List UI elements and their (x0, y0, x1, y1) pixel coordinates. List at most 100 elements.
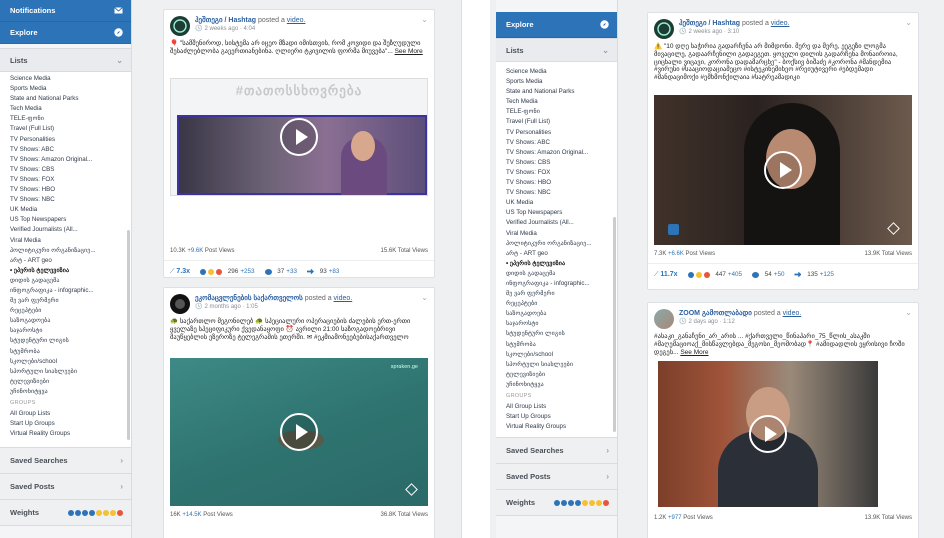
list-item[interactable]: არტ - ART geo (0, 256, 131, 266)
list-item[interactable]: TV Shows: CBS (496, 158, 617, 168)
list-item[interactable]: State and National Parks (496, 87, 617, 97)
list-item[interactable]: TV Shows: HBO (0, 185, 131, 195)
video-thumbnail[interactable]: #თათოსსხოვრება (170, 78, 428, 196)
post-link[interactable]: video. (783, 310, 802, 317)
list-item[interactable]: TV Shows: NBC (496, 188, 617, 198)
post-link[interactable]: video. (771, 20, 790, 27)
video-thumbnail[interactable] (658, 361, 878, 507)
list-item[interactable]: დიდის გადაცემა (0, 276, 131, 286)
list-item[interactable]: რეცეპტები (0, 306, 131, 316)
list-item[interactable]: Sports Media (0, 84, 131, 94)
group-item[interactable]: Virtual Reality Groups (496, 422, 617, 432)
list-item[interactable]: TV Shows: ABC (0, 145, 131, 155)
saved-posts[interactable]: Saved Posts › (496, 464, 617, 490)
comments-stat[interactable]: 37 +33 (264, 268, 297, 275)
list-item[interactable]: Travel (Full List) (0, 124, 131, 134)
menu-caret-icon[interactable]: ⌄ (421, 15, 428, 24)
list-item[interactable]: სტუმრობა (496, 340, 617, 350)
nav-notifications[interactable]: Notifications (0, 0, 131, 22)
list-item[interactable]: ტელევიზიები (0, 377, 131, 387)
list-item[interactable]: Viral Media (0, 236, 131, 246)
list-item[interactable]: Viral Media (496, 229, 617, 239)
list-item[interactable]: სკოლები/school (0, 357, 131, 367)
saved-searches[interactable]: Saved Searches › (496, 438, 617, 464)
list-item[interactable]: • ეპერის ტელევიზია (496, 259, 617, 269)
group-item[interactable]: All Group Lists (0, 409, 131, 419)
nav-explore[interactable]: Explore (0, 22, 131, 44)
menu-caret-icon[interactable]: ⌄ (905, 18, 912, 27)
saved-posts[interactable]: Saved Posts › (0, 474, 131, 500)
reactions-stat[interactable]: 447 +405 (687, 271, 742, 278)
list-item[interactable]: Sports Media (496, 77, 617, 87)
list-item[interactable]: Tech Media (496, 97, 617, 107)
video-thumbnail[interactable]: spraken.ge (170, 358, 428, 506)
play-button[interactable] (280, 118, 318, 156)
list-item[interactable]: სპორტული სიახლეები (496, 360, 617, 370)
list-item[interactable]: TV Shows: HBO (496, 178, 617, 188)
comments-stat[interactable]: 54 +50 (752, 271, 784, 278)
list-item[interactable]: პოლიტიკური ორგანიზაციე... (496, 239, 617, 249)
list-item[interactable]: Science Media (0, 74, 131, 84)
list-item[interactable]: TV Personalities (0, 135, 131, 145)
page-name[interactable]: ეკომაცვლენების საქართველოს (195, 295, 303, 302)
list-item[interactable]: TELE-ფონი (496, 107, 617, 117)
list-item[interactable]: Travel (Full List) (496, 117, 617, 127)
scrollbar[interactable] (127, 230, 130, 440)
list-item[interactable]: TV Shows: NBC (0, 195, 131, 205)
play-button[interactable] (749, 415, 787, 453)
video-thumbnail[interactable] (654, 95, 912, 245)
avatar[interactable] (654, 309, 674, 329)
list-item[interactable]: Verified Journalists (All... (0, 225, 131, 235)
list-item[interactable]: არტ - ART geo (496, 249, 617, 259)
lists-header[interactable]: Lists ⌄ (496, 38, 617, 62)
list-item[interactable]: Science Media (496, 67, 617, 77)
group-item[interactable]: Start Up Groups (496, 412, 617, 422)
list-item[interactable]: სტუდენტური ლიგის (496, 329, 617, 339)
list-item[interactable]: Verified Journalists (All... (496, 218, 617, 228)
list-item[interactable]: TV Shows: ABC (496, 138, 617, 148)
expand-icon[interactable] (887, 222, 900, 235)
list-item[interactable]: TV Shows: FOX (0, 175, 131, 185)
list-item[interactable]: სკოლები/school (496, 350, 617, 360)
group-item[interactable]: Virtual Reality Groups (0, 429, 131, 439)
list-item[interactable]: უჩინოხიტყვა (0, 387, 131, 397)
page-name[interactable]: ZOOM გამოთლაბადი (679, 310, 752, 317)
group-item[interactable]: Start Up Groups (0, 419, 131, 429)
list-item[interactable]: TV Shows: Amazon Original... (0, 155, 131, 165)
list-item[interactable]: US Top Newspapers (0, 215, 131, 225)
list-item[interactable]: ინფოგრაფიკა - infographic... (0, 286, 131, 296)
list-item[interactable]: უჩინოხიტყვა (496, 380, 617, 390)
page-name[interactable]: ჰეშთეგი / Hashtag (195, 17, 256, 24)
list-item[interactable]: სპორტული სიახლეები (0, 367, 131, 377)
list-item[interactable]: TV Shows: Amazon Original... (496, 148, 617, 158)
list-item[interactable]: სტუმრობა (0, 347, 131, 357)
menu-caret-icon[interactable]: ⌄ (421, 293, 428, 302)
list-item[interactable]: • ეპერის ტელევიზია (0, 266, 131, 276)
list-item[interactable]: საჯაროსტი (0, 326, 131, 336)
avatar[interactable] (654, 19, 674, 39)
list-item[interactable]: სტუდენტური ლიგის (0, 336, 131, 346)
see-more-link[interactable]: See More (395, 48, 423, 55)
list-item[interactable]: UK Media (496, 198, 617, 208)
page-name[interactable]: ჰეშთეგი / Hashtag (679, 20, 740, 27)
reactions-stat[interactable]: 296 +253 (200, 268, 255, 275)
avatar[interactable] (170, 294, 190, 314)
list-item[interactable]: პოლიტიკური ორგანიზაციე... (0, 246, 131, 256)
list-item[interactable]: საჯაროსტი (496, 319, 617, 329)
list-item[interactable]: ტელევიზიები (496, 370, 617, 380)
play-button[interactable] (764, 151, 802, 189)
list-item[interactable]: TV Personalities (496, 128, 617, 138)
weights[interactable]: Weights (0, 500, 131, 526)
list-item[interactable]: დიდის გადაცემა (496, 269, 617, 279)
list-item[interactable]: TV Shows: CBS (0, 165, 131, 175)
see-more-link[interactable]: See More (680, 349, 708, 356)
list-item[interactable]: ინფოგრაფიკა - infographic... (496, 279, 617, 289)
list-item[interactable]: მე ვარ ფერმერი (496, 289, 617, 299)
shares-stat[interactable]: 135 +125 (794, 271, 834, 278)
menu-caret-icon[interactable]: ⌄ (905, 308, 912, 317)
avatar[interactable] (170, 16, 190, 36)
play-button[interactable] (280, 413, 318, 451)
list-item[interactable]: UK Media (0, 205, 131, 215)
list-item[interactable]: US Top Newspapers (496, 208, 617, 218)
shares-stat[interactable]: 93 +83 (306, 268, 339, 275)
